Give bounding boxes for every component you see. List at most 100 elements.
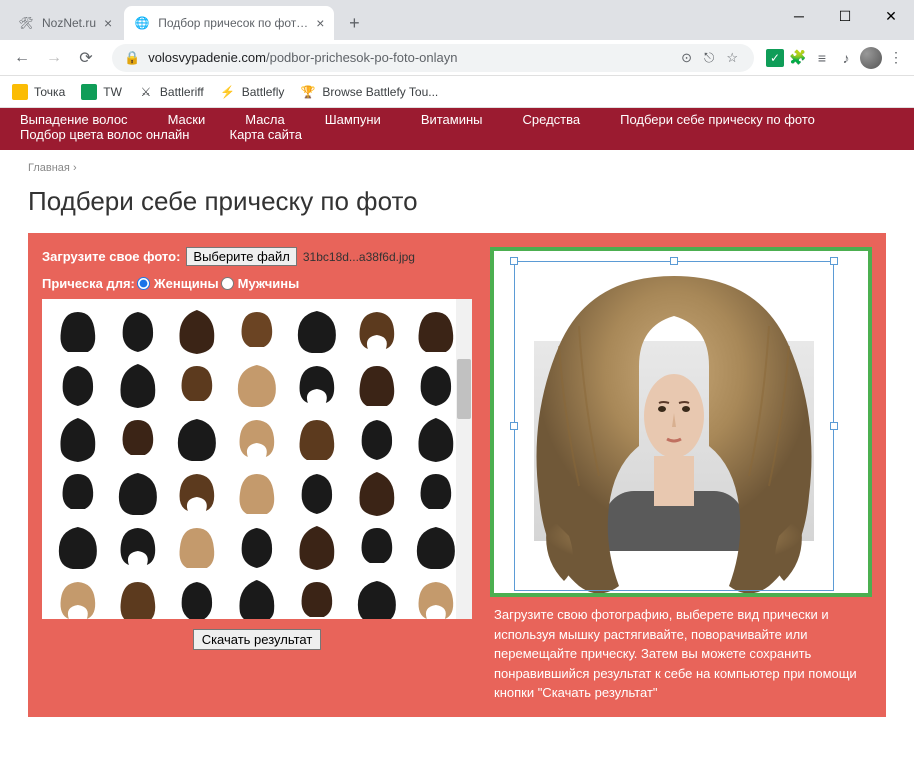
extension-list-icon[interactable]: ≡: [812, 48, 832, 68]
scrollbar-thumb[interactable]: [457, 359, 471, 419]
tab-active[interactable]: 🌐 Подбор причесок по фото онла ×: [124, 6, 334, 40]
hairstyle-thumbnail[interactable]: [289, 307, 345, 355]
hairstyle-thumbnail[interactable]: [349, 415, 405, 463]
gender-male[interactable]: Мужчины: [221, 276, 300, 291]
hairstyle-thumbnail[interactable]: [289, 361, 345, 409]
minimize-button[interactable]: ─: [776, 0, 822, 32]
new-tab-button[interactable]: +: [340, 9, 368, 37]
hairstyle-thumbnail[interactable]: [169, 523, 225, 571]
file-select-button[interactable]: Выберите файл: [186, 247, 296, 266]
close-icon[interactable]: ×: [104, 15, 112, 31]
menu-icon[interactable]: ⋮: [886, 48, 906, 68]
extension-music-icon[interactable]: ♪: [836, 48, 856, 68]
preview-canvas[interactable]: [490, 247, 872, 597]
download-button[interactable]: Скачать результат: [193, 629, 322, 650]
nav-link[interactable]: Витамины: [421, 112, 483, 127]
hairstyle-thumbnail[interactable]: [110, 469, 166, 517]
file-name: 31bc18d...a38f6d.jpg: [303, 250, 415, 264]
hairstyle-thumbnail[interactable]: [349, 577, 405, 619]
hairstyle-thumbnail[interactable]: [169, 415, 225, 463]
hairstyle-thumbnail[interactable]: [229, 307, 285, 355]
nav-link[interactable]: Подбери себе прическу по фото: [620, 112, 815, 127]
resize-handle-n[interactable]: [670, 257, 678, 265]
hairstyle-thumbnail[interactable]: [289, 469, 345, 517]
nav-link[interactable]: Средства: [523, 112, 581, 127]
bookmark-label: Battleriff: [160, 85, 204, 99]
hairstyle-thumbnail[interactable]: [50, 577, 106, 619]
hairstyle-thumbnail[interactable]: [349, 469, 405, 517]
hairstyle-thumbnail[interactable]: [229, 523, 285, 571]
forward-button[interactable]: →: [40, 44, 68, 72]
hairstyle-thumbnail[interactable]: [289, 415, 345, 463]
selection-box[interactable]: [514, 261, 834, 591]
star-icon[interactable]: ☆: [726, 50, 738, 66]
upload-row: Загрузите свое фото: Выберите файл 31bc1…: [42, 247, 472, 266]
hairstyle-thumbnail[interactable]: [50, 523, 106, 571]
profile-avatar[interactable]: [860, 47, 882, 69]
nav-link[interactable]: Подбор цвета волос онлайн: [20, 127, 190, 142]
hairstyle-thumbnail[interactable]: [169, 361, 225, 409]
bookmark-item[interactable]: ⚔Battleriff: [138, 84, 204, 100]
close-button[interactable]: ✕: [868, 0, 914, 32]
breadcrumb-home[interactable]: Главная: [28, 162, 70, 174]
bookmark-item[interactable]: TW: [81, 84, 122, 100]
hairstyle-thumbnail[interactable]: [229, 361, 285, 409]
hairstyle-thumbnail[interactable]: [349, 361, 405, 409]
hairstyle-thumbnail[interactable]: [349, 523, 405, 571]
radio-male[interactable]: [221, 277, 234, 290]
share-icon[interactable]: ⎋: [704, 50, 714, 66]
hairstyle-thumbnail[interactable]: [110, 361, 166, 409]
hairstyle-thumbnail[interactable]: [50, 307, 106, 355]
nav-link[interactable]: Карта сайта: [230, 127, 302, 142]
radio-label: Женщины: [154, 276, 219, 291]
nav-link[interactable]: Шампуни: [325, 112, 381, 127]
controls-column: Загрузите свое фото: Выберите файл 31bc1…: [42, 247, 472, 703]
bookmark-item[interactable]: ⚡Battlefly: [220, 84, 285, 100]
resize-handle-w[interactable]: [510, 422, 518, 430]
close-icon[interactable]: ×: [316, 15, 324, 31]
tab-inactive[interactable]: 🛠 NozNet.ru ×: [8, 6, 122, 40]
hairstyle-thumbnail[interactable]: [229, 469, 285, 517]
hairstyle-thumbnail[interactable]: [169, 469, 225, 517]
bookmark-item[interactable]: Точка: [12, 84, 65, 100]
radio-female[interactable]: [137, 277, 150, 290]
favicon-globe: 🌐: [134, 15, 150, 31]
bookmark-label: Browse Battlefy Tou...: [322, 85, 438, 99]
nav-link[interactable]: Выпадение волос: [20, 112, 128, 127]
reload-button[interactable]: ⟳: [72, 44, 100, 72]
extension-check-icon[interactable]: ✓: [766, 49, 784, 67]
resize-handle-e[interactable]: [830, 422, 838, 430]
address-bar[interactable]: 🔒 volosvypadenie.com/podbor-prichesok-po…: [112, 44, 754, 72]
resize-handle-nw[interactable]: [510, 257, 518, 265]
bookmark-icon: ⚡: [220, 84, 236, 100]
browser-titlebar: 🛠 NozNet.ru × 🌐 Подбор причесок по фото …: [0, 0, 914, 40]
gender-label: Прическа для:: [42, 276, 135, 291]
hairstyle-gallery[interactable]: [42, 299, 472, 619]
hairstyle-thumbnail[interactable]: [110, 577, 166, 619]
breadcrumb: Главная ›: [0, 150, 914, 178]
hairstyle-thumbnail[interactable]: [229, 577, 285, 619]
nav-link[interactable]: Маски: [168, 112, 206, 127]
nav-link[interactable]: Масла: [245, 112, 285, 127]
hairstyle-thumbnail[interactable]: [169, 307, 225, 355]
bookmark-icon: [12, 84, 28, 100]
back-button[interactable]: ←: [8, 44, 36, 72]
gender-female[interactable]: Женщины: [137, 276, 219, 291]
maximize-button[interactable]: ☐: [822, 0, 868, 32]
scrollbar-track[interactable]: [456, 299, 472, 619]
resize-handle-ne[interactable]: [830, 257, 838, 265]
hairstyle-thumbnail[interactable]: [110, 307, 166, 355]
hairstyle-thumbnail[interactable]: [50, 361, 106, 409]
hairstyle-thumbnail[interactable]: [110, 523, 166, 571]
extension-puzzle-icon[interactable]: 🧩: [788, 48, 808, 68]
hairstyle-thumbnail[interactable]: [289, 577, 345, 619]
hairstyle-thumbnail[interactable]: [50, 469, 106, 517]
hairstyle-thumbnail[interactable]: [349, 307, 405, 355]
hairstyle-thumbnail[interactable]: [229, 415, 285, 463]
bookmark-item[interactable]: 🏆Browse Battlefy Tou...: [300, 84, 438, 100]
hairstyle-thumbnail[interactable]: [289, 523, 345, 571]
hairstyle-thumbnail[interactable]: [169, 577, 225, 619]
hairstyle-thumbnail[interactable]: [50, 415, 106, 463]
search-icon[interactable]: ⊙: [681, 50, 692, 66]
hairstyle-thumbnail[interactable]: [110, 415, 166, 463]
